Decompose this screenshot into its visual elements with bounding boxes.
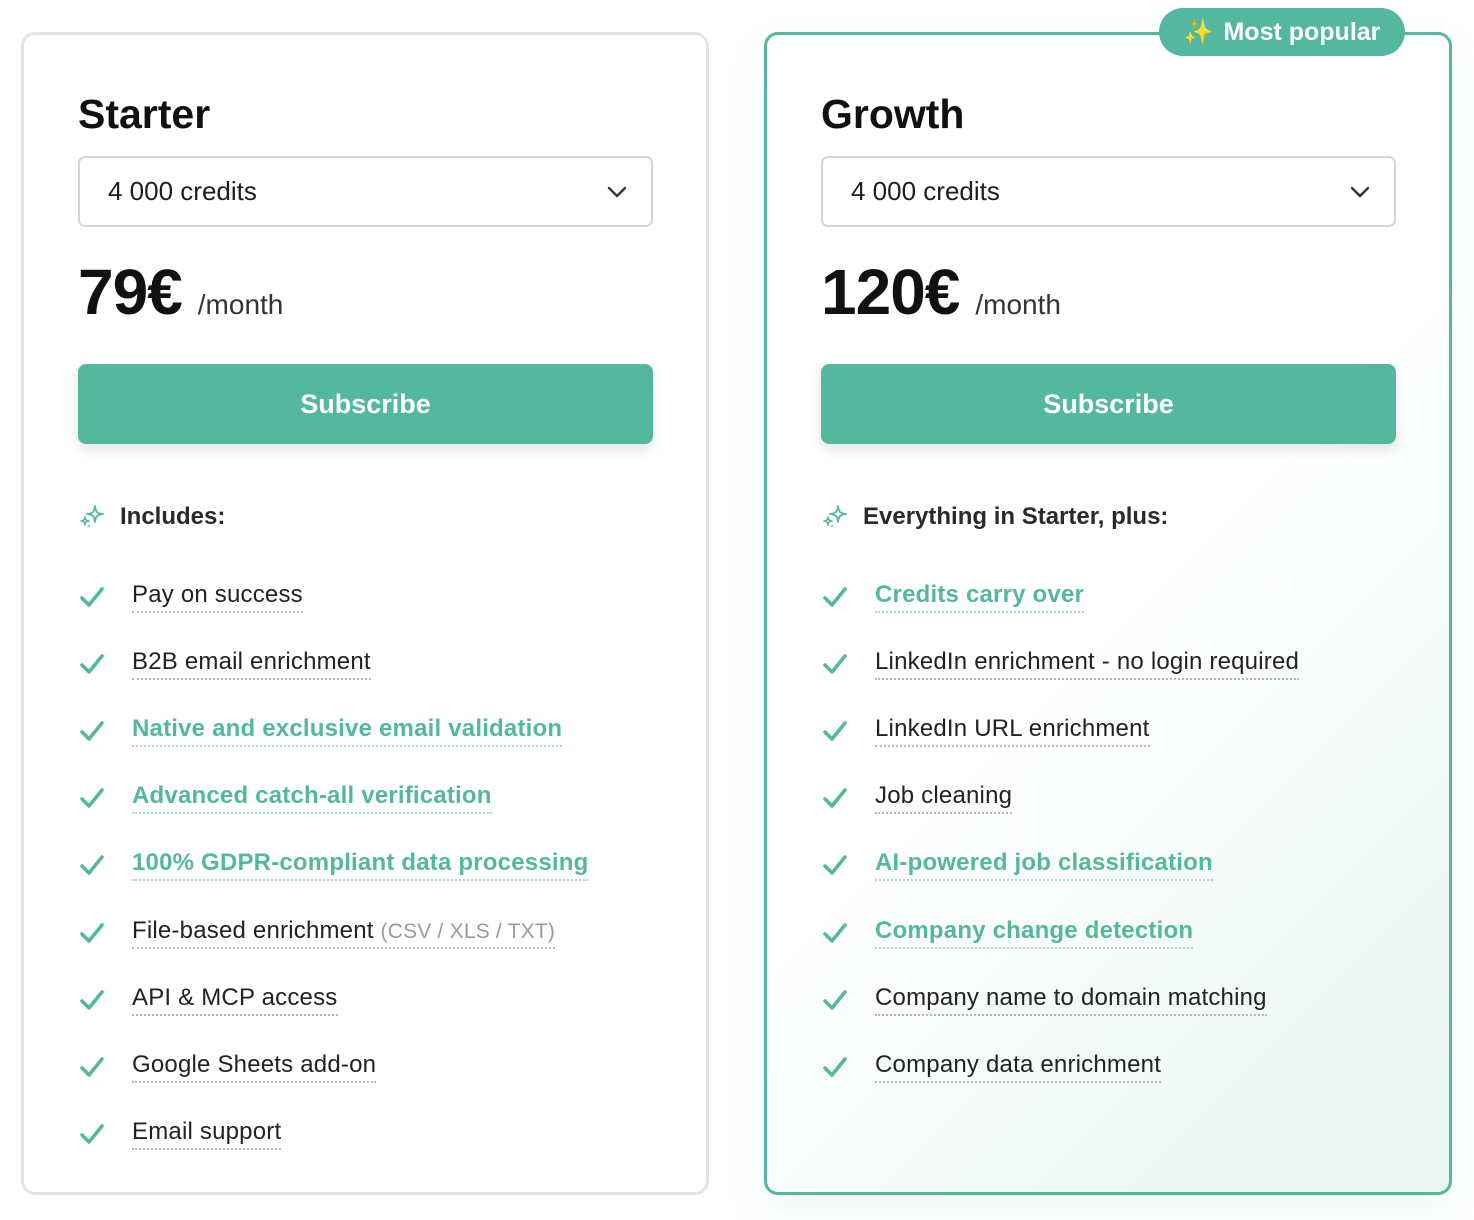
most-popular-badge: ✨ Most popular [1159,8,1405,56]
feature-item: AI-powered job classification [821,832,1421,899]
feature-item: Native and exclusive email validation [78,697,678,764]
feature-item: Advanced catch-all verification [78,765,678,832]
price-period: /month [975,289,1061,320]
credits-select-value: 4 000 credits [851,176,1000,206]
feature-list: Credits carry over LinkedIn enrichment -… [821,563,1421,1101]
check-icon [80,721,104,741]
feature-text[interactable]: Credits carry over [875,581,1085,613]
check-icon [823,989,847,1010]
feature-text[interactable]: AI-powered job classification [875,849,1213,882]
feature-text[interactable]: Company name to domain matching [875,984,1267,1016]
plan-card-starter: Starter 4 000 credits 79€ /month Subscri… [21,32,709,1195]
badge-label: Most popular [1223,17,1381,46]
feature-list: Pay on success B2B email enrichment Nati… [78,563,678,1168]
feature-text[interactable]: Google Sheets add-on [132,1051,377,1083]
check-icon [823,855,847,876]
chevron-down-icon [1350,186,1370,198]
check-icon [80,1124,104,1144]
check-icon [80,586,104,607]
credits-select-value: 4 000 credits [108,176,257,206]
plan-card-growth: ✨ Most popular Growth 4 000 credits 120€… [764,8,1452,1195]
sparkles-icon [80,505,104,528]
feature-item: Company name to domain matching [821,966,1421,1033]
feature-text[interactable]: LinkedIn enrichment - no login required [875,648,1300,680]
feature-item: Credits carry over [821,563,1421,630]
feature-item: File-based enrichment (CSV / XLS / TXT) [78,899,678,966]
pricing-page: Starter 4 000 credits 79€ /month Subscri… [0,0,1474,1220]
check-icon [80,653,104,674]
feature-text[interactable]: 100% GDPR-compliant data processing [132,849,589,882]
plan-title: Starter [78,91,211,137]
feature-text[interactable]: Company data enrichment [875,1051,1162,1083]
feature-text[interactable]: Pay on success [132,581,303,613]
feature-text[interactable]: Advanced catch-all verification [132,782,492,815]
feature-item: Job cleaning [821,765,1421,832]
feature-text: File-based enrichment [132,916,374,944]
feature-text[interactable]: Company change detection [875,917,1194,949]
includes-heading: Includes: [78,503,225,531]
check-icon [823,922,847,943]
check-icon [823,788,847,808]
sparkles-icon: ✨ [1183,18,1214,46]
check-icon [80,855,104,876]
feature-item: Email support [78,1101,678,1168]
check-icon [80,989,104,1010]
feature-text[interactable]: B2B email enrichment [132,648,371,680]
feature-text[interactable]: Email support [132,1118,282,1151]
subscribe-button[interactable]: Subscribe [78,364,653,444]
check-icon [823,653,847,674]
feature-text-file-based[interactable]: File-based enrichment (CSV / XLS / TXT) [132,916,556,949]
price-row: 120€ /month [821,255,1061,329]
feature-text[interactable]: API & MCP access [132,984,338,1016]
check-icon [80,788,104,808]
includes-label: Everything in Starter, plus: [863,503,1169,530]
check-icon [823,721,847,741]
includes-heading: Everything in Starter, plus: [821,503,1168,531]
feature-item: API & MCP access [78,966,678,1033]
price-period: /month [197,289,284,320]
feature-item: LinkedIn enrichment - no login required [821,630,1421,697]
feature-text[interactable]: Native and exclusive email validation [132,715,563,747]
feature-item: 100% GDPR-compliant data processing [78,832,678,899]
price: 79€ [78,256,183,328]
price-row: 79€ /month [78,255,283,329]
subscribe-button[interactable]: Subscribe [821,364,1396,444]
feature-item: Google Sheets add-on [78,1033,678,1100]
credits-select[interactable]: 4 000 credits [821,156,1396,227]
feature-item: B2B email enrichment [78,630,678,697]
check-icon [823,586,847,607]
feature-item: Company data enrichment [821,1033,1421,1100]
check-icon [80,922,104,943]
feature-text[interactable]: Job cleaning [875,782,1013,815]
check-icon [823,1057,847,1077]
feature-note: (CSV / XLS / TXT) [380,919,556,943]
feature-text[interactable]: LinkedIn URL enrichment [875,715,1150,747]
check-icon [80,1057,104,1077]
credits-select[interactable]: 4 000 credits [78,156,653,227]
feature-item: Pay on success [78,563,678,630]
feature-item: Company change detection [821,899,1421,966]
sparkles-icon [823,505,847,528]
plan-title: Growth [821,91,965,137]
chevron-down-icon [607,186,627,198]
includes-label: Includes: [120,503,226,530]
price: 120€ [821,256,960,328]
feature-item: LinkedIn URL enrichment [821,697,1421,764]
